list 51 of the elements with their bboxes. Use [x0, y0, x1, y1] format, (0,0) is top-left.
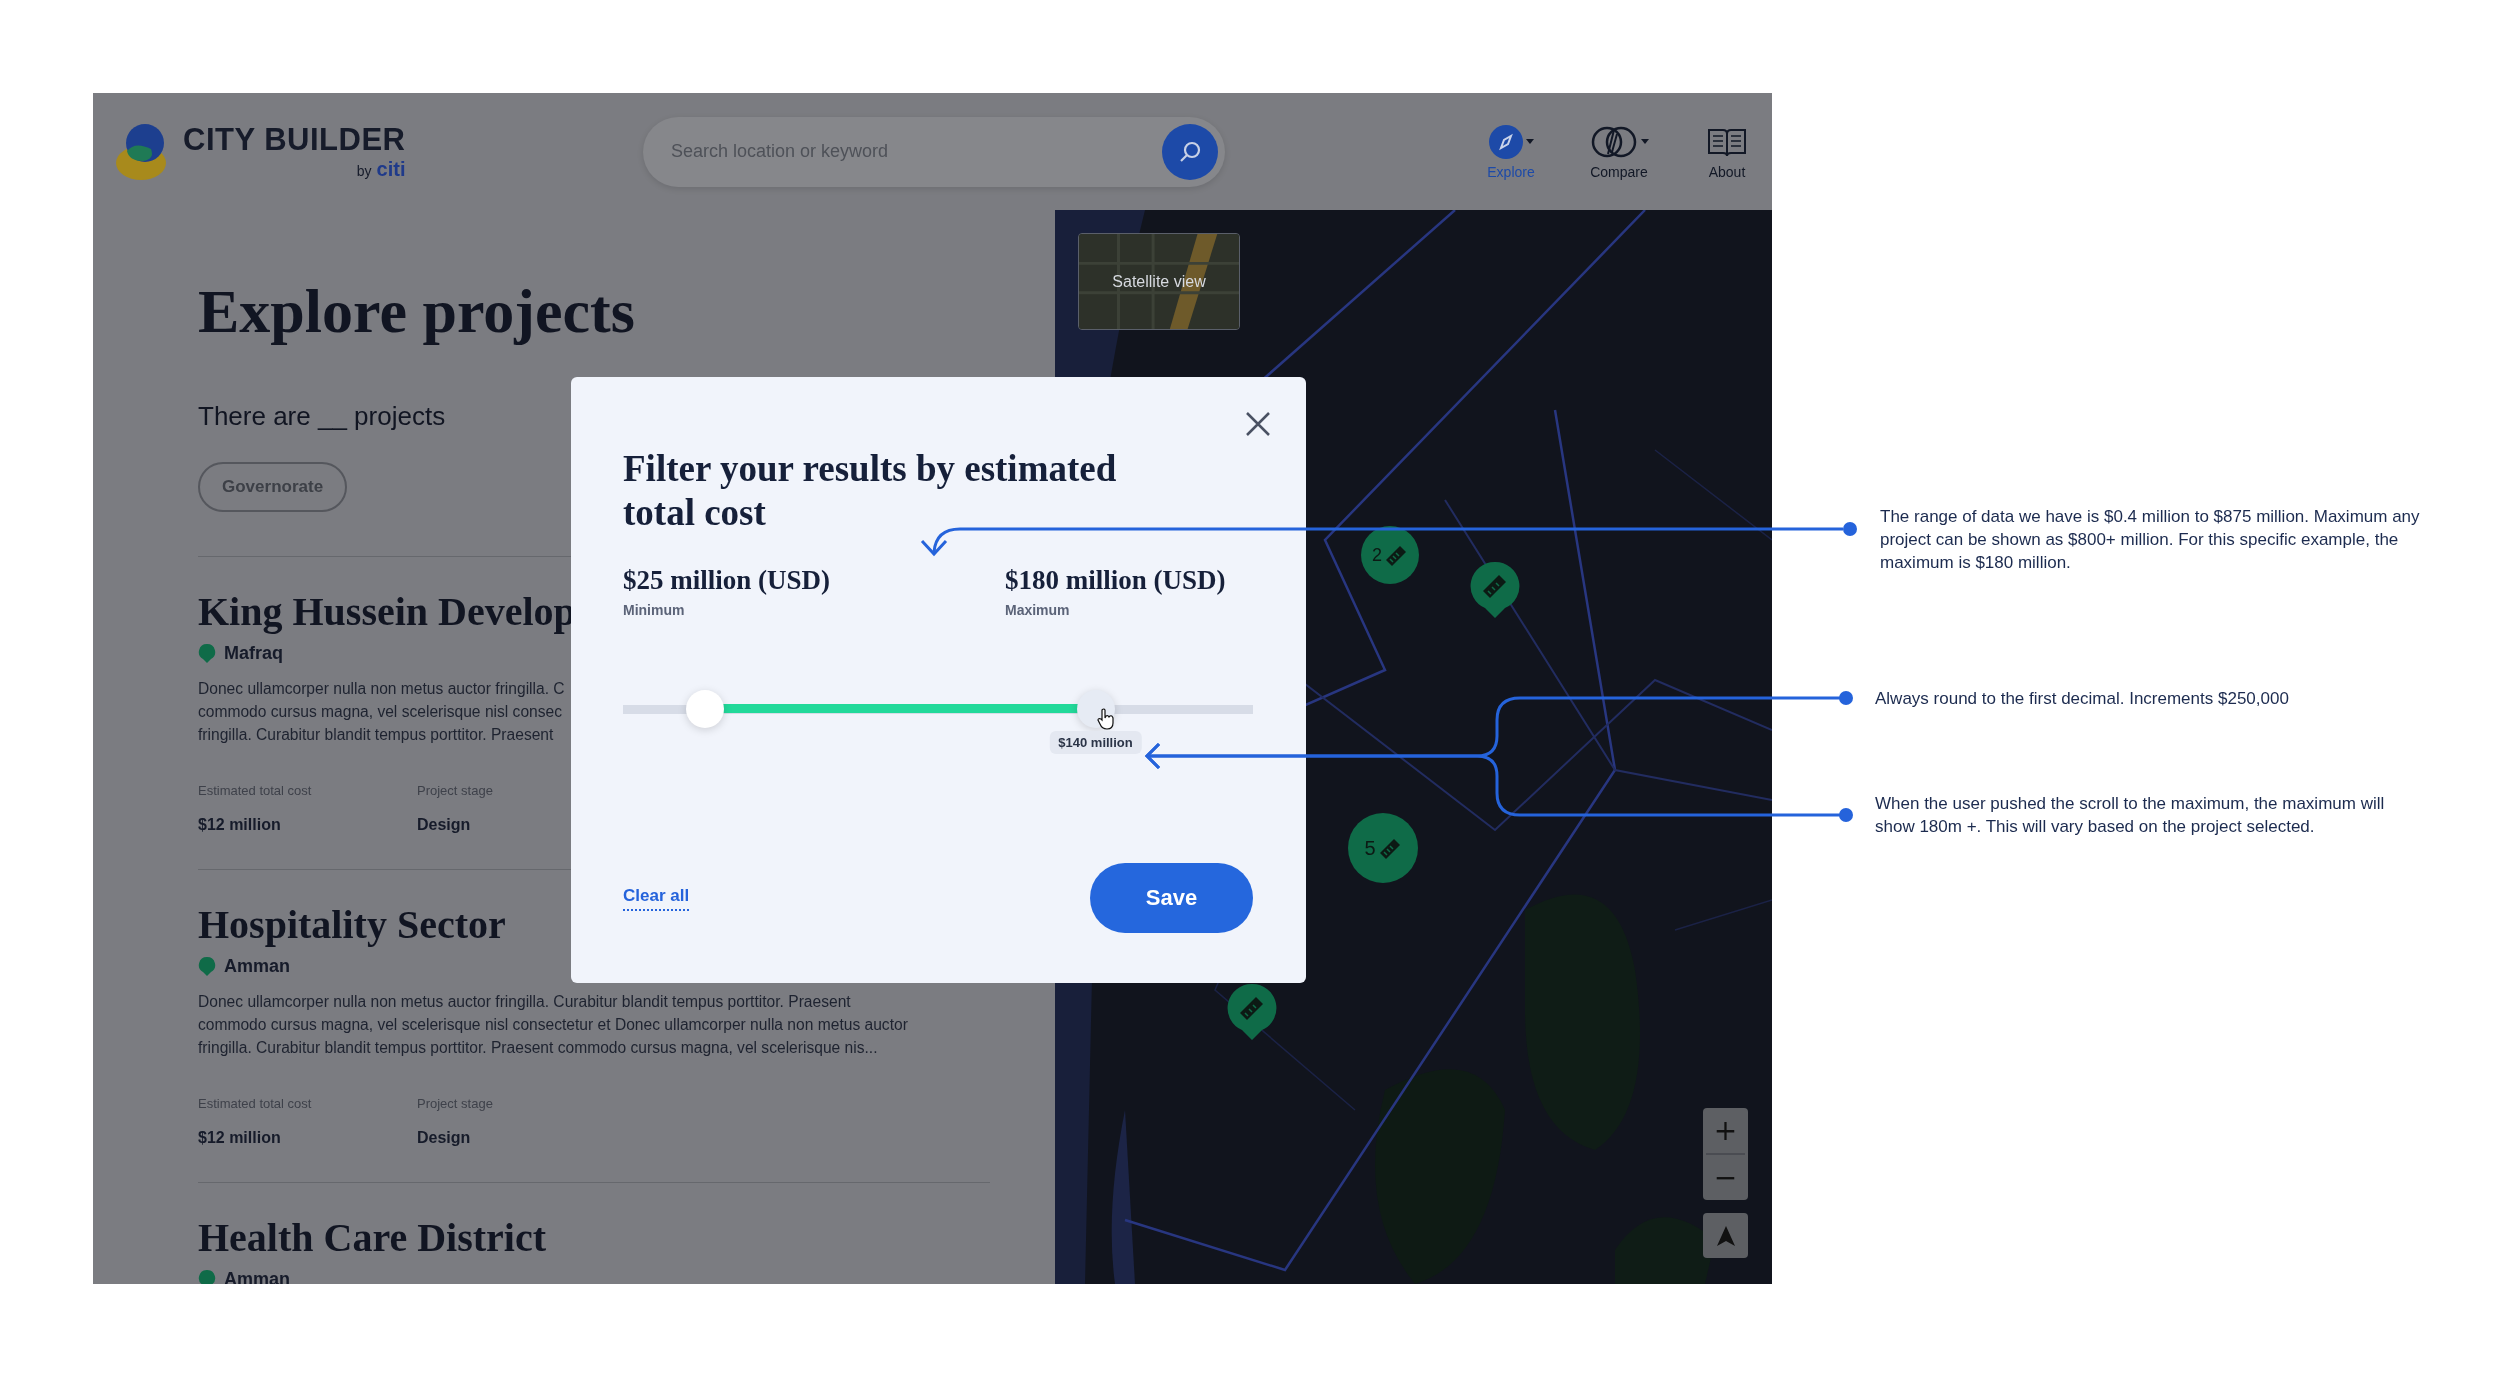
meta-label: Project stage [417, 1095, 494, 1113]
project-location: Amman [224, 955, 290, 977]
project-location: Mafraq [224, 642, 283, 664]
meta-label: Estimated total cost [198, 782, 313, 800]
hand-cursor-icon [1096, 708, 1115, 730]
location-pin-icon [198, 1269, 216, 1284]
filter-chip[interactable]: Governorate [198, 462, 348, 512]
clear-all-link[interactable]: Clear all [623, 885, 690, 911]
minimum-label: Minimum [623, 601, 686, 620]
map-pin-icon[interactable] [1227, 983, 1277, 1041]
meta-value: Design [417, 815, 472, 835]
nav-item[interactable]: About [1682, 123, 1772, 180]
satellite-view-button[interactable]: Satellite view [1078, 233, 1240, 330]
meta-value: $12 million [198, 815, 282, 835]
brand-wordmark: citi [376, 158, 406, 181]
zoom-in-button[interactable]: + [1703, 1108, 1748, 1153]
project-description: Donec ullamcorper nulla non metus auctor fringilla. Curabitur blandit tempus porttitor. Praesent commodo cursus magna, vel scelerisque nisl consectetur et Donec ullamcorper nulla non metus auctor fringilla. Curabitur blandit tempus porttitor. Praesent commodo cursus magna, vel scelerisque nis... [198, 992, 908, 1058]
project-count: There are __ projects [198, 400, 447, 432]
meta-label: Estimated total cost [198, 1095, 313, 1113]
compass-icon [1488, 124, 1523, 159]
dialog-title: Filter your results by estimated total cost [623, 447, 1118, 535]
minimum-value: $25 million (USD) [623, 564, 831, 596]
caret-icon [1525, 138, 1534, 145]
search-field[interactable]: Search location or keyword [643, 116, 1225, 187]
navigation-arrow-icon [1716, 1225, 1735, 1246]
maximum-label: Maximum [1005, 601, 1071, 620]
annotation-note: The range of data we have is $0.4 million to $875 million. Maximum any project can be shown as $800+ million. For this specific example, the maximum is $180 million. [1880, 506, 2421, 574]
meta-label: Project stage [417, 782, 494, 800]
page-title: Explore projects [198, 276, 636, 346]
app-name: CITY BUILDER [183, 122, 406, 158]
meta-value: $12 million [198, 1128, 282, 1148]
byline: by [356, 163, 372, 179]
project-location: Amman [224, 1268, 290, 1284]
search-icon [1178, 139, 1202, 164]
project-title[interactable]: Health Care District [198, 1218, 990, 1258]
maximum-value: $180 million (USD) [1005, 564, 1227, 596]
zoom-out-button[interactable]: − [1703, 1155, 1748, 1200]
location-pin-icon [198, 643, 216, 663]
annotation-note: When the user pushed the scroll to the maximum, the maximum will show 180m +. This will vary based on the project selected. [1875, 793, 2386, 838]
overlapping-circles-icon [1589, 125, 1638, 158]
annotation-note: Always round to the first decimal. Increments $250,000 [1875, 688, 2290, 710]
locate-button[interactable] [1703, 1213, 1748, 1258]
save-button[interactable]: Save [1090, 863, 1253, 933]
nav-item[interactable]: Compare [1574, 123, 1664, 180]
slider-tooltip: $140 million [1049, 731, 1142, 754]
caret-icon [1640, 138, 1649, 145]
project-description: Donec ullamcorper nulla non metus auctor fringilla. C commodo cursus magna, vel scelerisque nisl consec fringilla. Curabitur blandit tempus porttitor. Praesent [198, 679, 565, 745]
slider-handle[interactable] [685, 690, 724, 728]
location-pin-icon [198, 956, 216, 976]
meta-value: Design [417, 1128, 472, 1148]
map-pin-icon[interactable] [1470, 561, 1520, 619]
